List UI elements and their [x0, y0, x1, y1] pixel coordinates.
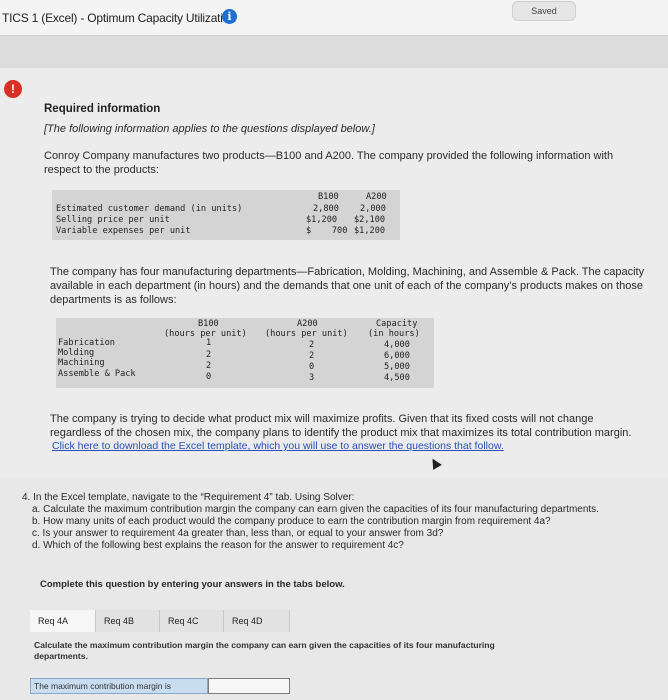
required-info-title: Required information: [44, 103, 161, 115]
tab-req-4d[interactable]: Req 4D: [224, 610, 290, 632]
dept-row-label: Machining: [58, 358, 105, 368]
dept-cell: 4,500: [384, 373, 410, 383]
dept-cell: 3: [309, 373, 315, 383]
dept-cell: 0: [206, 372, 212, 382]
product-cell: $1,200: [306, 215, 338, 225]
question-line-1: a. Calculate the maximum contribution ma…: [32, 504, 599, 515]
product-cell: $ 700: [306, 226, 348, 236]
intro-line-2: respect to the products:: [44, 164, 159, 176]
assignment-title: TICS 1 (Excel) - Optimum Capacity Utiliz…: [2, 11, 236, 25]
dept-cell: 4,000: [384, 340, 410, 350]
question-line-0: 4. In the Excel template, navigate to th…: [22, 492, 355, 503]
intro-line-1: Conroy Company manufactures two products…: [44, 150, 614, 162]
dept-header: B100: [198, 319, 219, 329]
product-header-b100: B100: [318, 192, 339, 202]
tab-req-4c[interactable]: Req 4C: [160, 610, 224, 632]
product-row-label: Estimated customer demand (in units): [56, 204, 243, 214]
top-bar: TICS 1 (Excel) - Optimum Capacity Utiliz…: [0, 0, 668, 36]
product-header-a200: A200: [366, 192, 387, 202]
question-line-2: b. How many units of each product would …: [32, 516, 551, 527]
dept-cell: 2: [206, 361, 212, 371]
product-cell: $1,200: [354, 226, 386, 236]
product-row-label: Variable expenses per unit: [56, 226, 191, 236]
question-line-3: c. Is your answer to requirement 4a grea…: [32, 528, 444, 539]
alert-icon: !: [4, 80, 22, 98]
dept-header: Capacity: [376, 319, 418, 329]
product-cell: $2,100: [354, 215, 386, 225]
dept-cell: 1: [206, 338, 212, 348]
saved-status: Saved: [512, 1, 576, 21]
tab-req-4a[interactable]: Req 4A: [30, 610, 96, 632]
dept-cell: 2: [206, 350, 212, 360]
complete-instruction: Complete this question by entering your …: [40, 579, 345, 590]
dept-row-label: Assemble & Pack: [58, 369, 136, 379]
dept-header: (hours per unit): [265, 329, 348, 339]
product-cell: 2,800: [313, 204, 339, 214]
product-cell: 2,000: [360, 204, 386, 214]
requirement-tabs: Req 4A Req 4B Req 4C Req 4D: [30, 610, 630, 632]
tab-req-4b[interactable]: Req 4B: [96, 610, 160, 632]
dept-header: (in hours): [368, 329, 420, 339]
dept-header: A200: [297, 319, 318, 329]
tab-instruction-line-2: departments.: [34, 651, 88, 661]
contribution-margin-label: The maximum contribution margin is: [30, 678, 208, 694]
dept-cell: 2: [309, 340, 315, 350]
dept-cell: 6,000: [384, 351, 410, 361]
tab-instruction-line-1: Calculate the maximum contribution margi…: [34, 640, 495, 650]
dept-row-label: Fabrication: [58, 338, 115, 348]
excel-template-link[interactable]: Click here to download the Excel templat…: [52, 440, 504, 452]
info-icon[interactable]: i: [222, 9, 237, 24]
dept-cell: 0: [309, 362, 315, 372]
decision-line-1: The company is trying to decide what pro…: [50, 413, 594, 425]
dept-cell: 2: [309, 351, 315, 361]
product-row-label: Selling price per unit: [56, 215, 170, 225]
dept-intro-line-3: departments is as follows:: [50, 294, 177, 306]
question-line-4: d. Which of the following best explains …: [32, 540, 404, 551]
decision-line-2: regardless of the chosen mix, the compan…: [50, 427, 632, 439]
required-info-note: [The following information applies to th…: [44, 123, 375, 135]
dept-intro-line-1: The company has four manufacturing depar…: [50, 266, 645, 278]
dept-row-label: Molding: [58, 348, 95, 358]
contribution-margin-input[interactable]: [208, 678, 290, 694]
dept-intro-line-2: available in each department (in hours) …: [50, 280, 643, 292]
dept-cell: 5,000: [384, 362, 410, 372]
